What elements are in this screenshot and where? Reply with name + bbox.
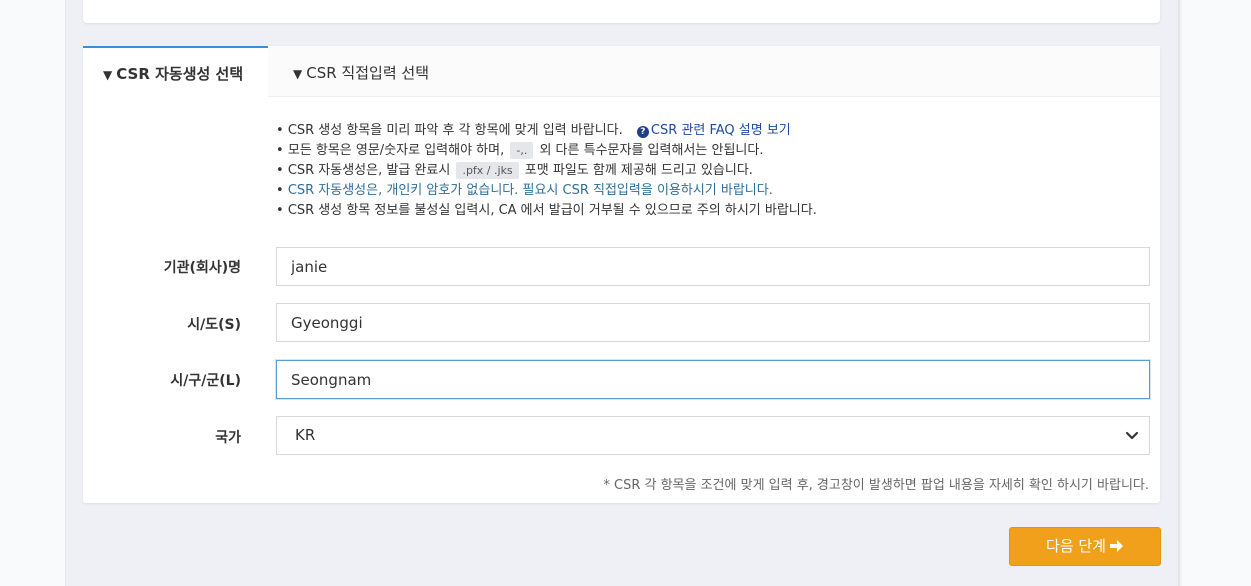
org-input[interactable]	[276, 247, 1150, 286]
faq-link-label: CSR 관련 FAQ 설명 보기	[650, 123, 791, 138]
format-code: .pfx / .jks	[456, 162, 519, 179]
tab-csr-manual[interactable]: ▼ CSR 직접입력 선택	[273, 46, 449, 97]
notice-text: 모든 항목은 영문/숫자로 입력해야 하며,	[287, 143, 505, 158]
city-input[interactable]	[276, 360, 1150, 399]
state-label: 시/도(S)	[187, 317, 241, 333]
caret-down-icon: ▼	[293, 67, 303, 81]
notice-item: • CSR 자동생성은, 개인키 암호가 없습니다. 필요시 CSR 직접입력을…	[276, 183, 773, 198]
tab-csr-auto-label: CSR 자동생성 선택	[116, 65, 244, 83]
question-circle-icon: ?	[636, 126, 649, 138]
notice-item: • CSR 생성 항목을 미리 파악 후 각 항목에 맞게 입력 바랍니다. ?…	[276, 123, 791, 138]
tab-csr-auto[interactable]: ▼ CSR 자동생성 선택	[83, 46, 268, 98]
arrow-right-icon	[1109, 530, 1124, 567]
notice-list: • CSR 생성 항목을 미리 파악 후 각 항목에 맞게 입력 바랍니다. ?…	[276, 121, 1136, 221]
notice-text: 포맷 파일도 함께 제공해 드리고 있습니다.	[524, 163, 753, 178]
tab-csr-manual-label: CSR 직접입력 선택	[306, 64, 429, 82]
previous-section-card	[83, 0, 1160, 23]
csr-tabs: ▼ CSR 자동생성 선택 ▼ CSR 직접입력 선택	[83, 46, 1160, 98]
notice-text: CSR 생성 항목을 미리 파악 후 각 항목에 맞게 입력 바랍니다.	[287, 123, 623, 138]
notice-text: 외 다른 특수문자를 입력해서는 안됩니다.	[539, 143, 764, 158]
org-label: 기관(회사)명	[163, 260, 241, 276]
allowed-chars-code: -,.	[510, 142, 534, 159]
form-hint: * CSR 각 항목을 조건에 맞게 입력 후, 경고창이 발생하면 팝업 내용…	[603, 478, 1149, 493]
country-select[interactable]: KR	[276, 416, 1150, 455]
country-label: 국가	[215, 430, 241, 446]
city-label: 시/구/군(L)	[170, 373, 241, 389]
faq-link[interactable]: ? CSR 관련 FAQ 설명 보기	[636, 123, 791, 138]
notice-text: CSR 자동생성은, 발급 완료시	[287, 163, 451, 178]
chevron-down-icon	[1125, 431, 1139, 440]
notice-item: • CSR 자동생성은, 발급 완료시 .pfx / .jks 포맷 파일도 함…	[276, 162, 753, 179]
right-shadow	[1178, 0, 1182, 586]
csr-form-card: ▼ CSR 자동생성 선택 ▼ CSR 직접입력 선택 • CSR 생성 항목을 미…	[83, 46, 1160, 503]
notice-item: • CSR 생성 항목 정보를 불성실 입력시, CA 에서 발급이 거부될 수…	[276, 203, 817, 218]
notice-item: • 모든 항목은 영문/숫자로 입력해야 하며, -,. 외 다른 특수문자를 …	[276, 142, 764, 159]
notice-text: CSR 생성 항목 정보를 불성실 입력시, CA 에서 발급이 거부될 수 있…	[287, 203, 817, 218]
state-input[interactable]	[276, 303, 1150, 342]
notice-text: CSR 자동생성은, 개인키 암호가 없습니다. 필요시 CSR 직접입력을 이…	[287, 183, 773, 198]
next-step-label: 다음 단계	[1046, 537, 1106, 555]
caret-down-icon: ▼	[103, 68, 113, 82]
country-select-value: KR	[295, 426, 316, 444]
next-step-button[interactable]: 다음 단계	[1009, 527, 1161, 566]
